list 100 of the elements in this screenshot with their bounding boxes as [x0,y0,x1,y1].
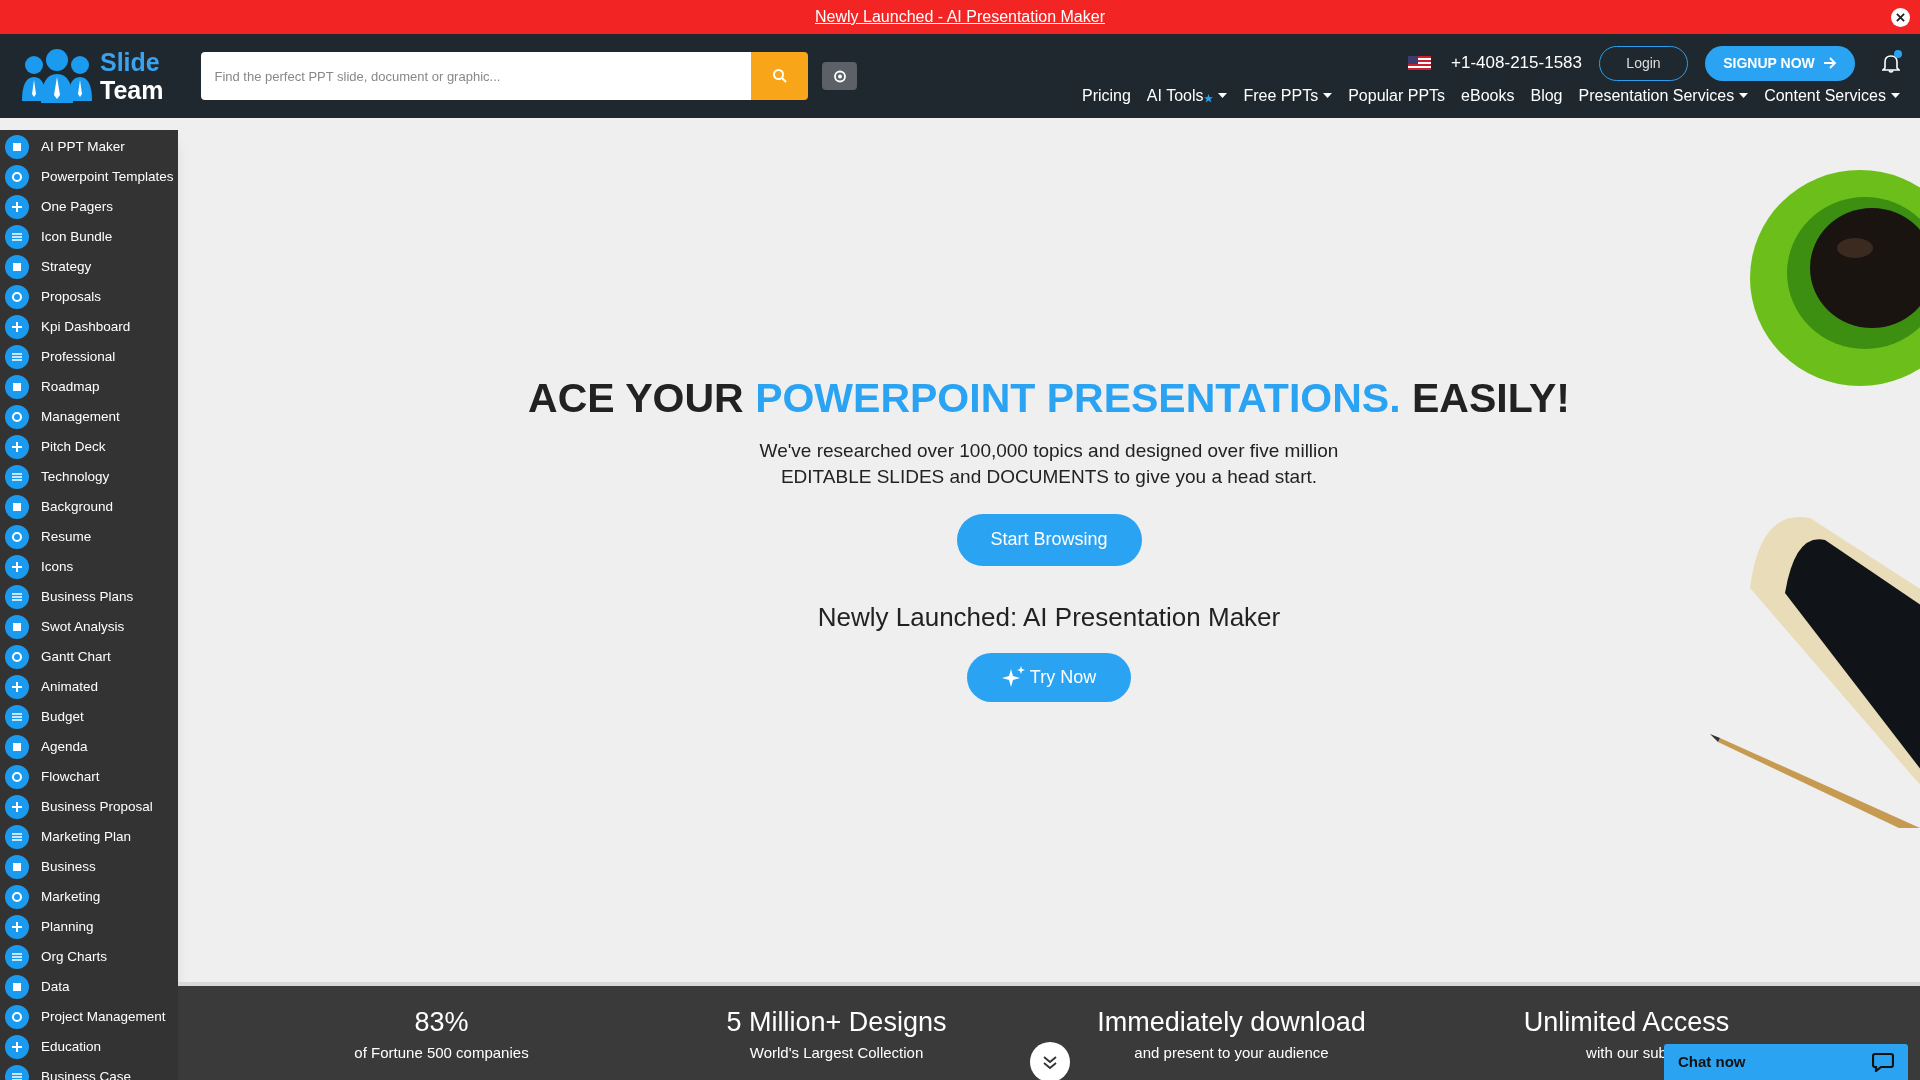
category-icon [5,615,29,639]
category-icon [5,285,29,309]
category-icon [5,705,29,729]
category-icon [5,135,29,159]
sidebar-item[interactable]: Proposals [0,282,178,312]
sidebar-item[interactable]: Swot Analysis [0,612,178,642]
category-icon [5,255,29,279]
search-icon [771,68,788,84]
nav-link[interactable]: Blog [1530,84,1563,108]
category-icon [5,555,29,579]
category-icon [5,825,29,849]
logo-people-icon [20,49,94,103]
sidebar-item[interactable]: Education [0,1032,178,1062]
category-icon [5,435,29,459]
nav-link[interactable]: Content Services [1764,84,1900,108]
category-icon [5,315,29,339]
nav-link[interactable]: eBooks [1461,84,1515,108]
stat-description: World's Largest Collection [749,1043,924,1063]
stat-title: 83% [414,1006,469,1038]
sidebar-item[interactable]: One Pagers [0,192,178,222]
logo-text: Team [100,76,164,104]
scroll-down-button[interactable] [1030,1042,1070,1080]
close-button[interactable] [1891,8,1910,27]
category-icon [5,225,29,249]
bell-icon[interactable] [1882,53,1900,73]
sidebar-item[interactable]: Agenda [0,732,178,762]
caret-icon [1218,93,1228,99]
hero-subheading: Newly Launched: AI Presentation Maker [817,600,1281,634]
sidebar-item[interactable]: Animated [0,672,178,702]
chat-button[interactable]: Chat now [1664,1044,1908,1080]
sidebar-item[interactable]: Professional [0,342,178,372]
caret-icon [1891,93,1900,99]
sidebar-item[interactable]: Icon Bundle [0,222,178,252]
sidebar-item[interactable]: Icons [0,552,178,582]
sidebar-item[interactable]: Business Proposal [0,792,178,822]
sidebar-item[interactable]: Planning [0,912,178,942]
stat-description: and present to your audience [1134,1043,1329,1063]
nav-link[interactable]: Pricing [1081,84,1131,108]
sidebar-item[interactable]: Roadmap [0,372,178,402]
category-icon [5,375,29,399]
category-icon [5,975,29,999]
category-icon [5,465,29,489]
announcement-link[interactable]: Newly Launched - AI Presentation Maker [815,5,1105,29]
sidebar-item[interactable]: Kpi Dashboard [0,312,178,342]
star-icon [1204,93,1214,103]
sidebar-item[interactable]: Technology [0,462,178,492]
close-icon [1896,13,1905,22]
sidebar-item[interactable]: Powerpoint Templates [0,162,178,192]
category-icon [5,945,29,969]
search-field[interactable]: Find the perfect PPT slide, document or graphic... [201,52,752,100]
nav-link[interactable]: AI Tools [1146,84,1228,108]
category-icon [5,585,29,609]
nav-link[interactable]: Presentation Services [1578,84,1749,108]
category-icon [5,795,29,819]
arrow-right-icon [1822,57,1837,69]
category-icon [5,885,29,909]
sidebar-item[interactable]: AI PPT Maker [0,132,178,162]
sidebar-item[interactable]: Pitch Deck [0,432,178,462]
hero-description: We've researched over 100,000 topics and designed over five million EDITABLE SLIDES and DOCUMENTS to give you a head start. [759,438,1339,489]
sparkle-icon [1001,666,1026,688]
sidebar-item[interactable]: Data [0,972,178,1002]
category-icon [5,765,29,789]
category-icon [5,1005,29,1029]
sidebar-item[interactable]: Gantt Chart [0,642,178,672]
nav-link[interactable]: Popular PPTs [1348,84,1446,108]
camera-button[interactable] [822,62,858,90]
category-icon [5,345,29,369]
sidebar-item[interactable]: Marketing Plan [0,822,178,852]
category-icon [5,1035,29,1059]
category-icon [5,735,29,759]
category-icon [5,165,29,189]
sidebar-item[interactable]: Budget [0,702,178,732]
sidebar-item[interactable]: Flowchart [0,762,178,792]
nav-link[interactable]: Free PPTs [1243,84,1333,108]
category-icon [5,495,29,519]
phone-number: +1-408-215-1583 [1451,52,1582,75]
sidebar-item[interactable]: Business Plans [0,582,178,612]
category-icon [5,675,29,699]
sidebar-item[interactable]: Org Charts [0,942,178,972]
sidebar-item[interactable]: Strategy [0,252,178,282]
caret-icon [1323,93,1333,99]
category-icon [5,525,29,549]
category-icon [5,855,29,879]
category-icon [5,645,29,669]
logo-text: Slide [100,48,161,76]
sidebar-item[interactable]: Project Management [0,1002,178,1032]
stat-title: 5 Million+ Designs [726,1006,947,1038]
category-icon [5,195,29,219]
sidebar-item[interactable]: Marketing [0,882,178,912]
chat-bubble-icon [1872,1052,1894,1072]
sidebar-item[interactable]: Business [0,852,178,882]
stat-title: Unlimited Access [1523,1006,1730,1038]
caret-icon [1739,93,1749,99]
sidebar-item[interactable]: Management [0,402,178,432]
sidebar-item[interactable]: Resume [0,522,178,552]
us-flag-icon[interactable] [1408,56,1432,70]
stat-description: of Fortune 500 companies [354,1043,529,1063]
category-icon [5,915,29,939]
sidebar-item[interactable]: Background [0,492,178,522]
hero-heading: ACE YOUR POWERPOINT PRESENTATIONS. EASILY! [528,374,1570,423]
